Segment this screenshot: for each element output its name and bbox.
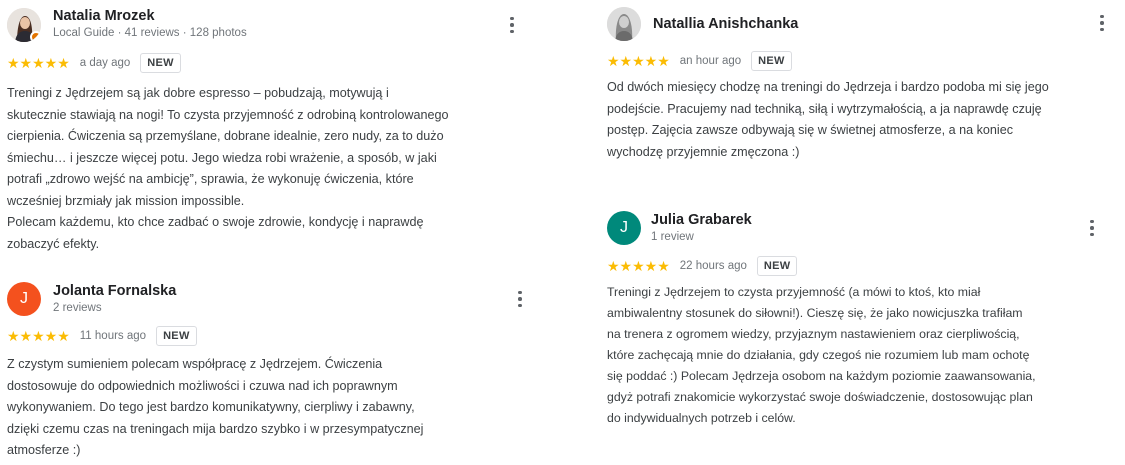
review-text-line: atmosferze :) — [7, 443, 81, 457]
reviewer-name[interactable]: Jolanta Fornalska — [53, 283, 176, 299]
rating-row: ★★★★★ 22 hours ago NEW — [607, 256, 798, 276]
review-text-line: Treningi z Jędrzejem to czysta przyjemno… — [607, 285, 981, 299]
review-card: Natalia Mrozek Local Guide · 41 reviews … — [7, 8, 537, 258]
review-time: 22 hours ago — [679, 260, 747, 272]
review-text-line: skutecznie stawiają na nogi! To czysta p… — [7, 107, 449, 122]
review-text-line: dostosowuje do odpowiednich możliwości i… — [7, 378, 398, 393]
reviewer-name[interactable]: Natalia Mrozek — [53, 8, 155, 24]
review-text-line: Treningi z Jędrzejem są jak dobre espres… — [7, 86, 389, 100]
review-text-line: Polecam każdemu, kto chce zadbać o swoje… — [7, 215, 424, 229]
review-text: Treningi z Jędrzejem są jak dobre espres… — [7, 83, 449, 255]
reviewer-meta: 2 reviews — [53, 302, 102, 314]
review-text-line: wykonywaniem. Do tego jest bardzo komuni… — [7, 400, 415, 414]
rating-row: ★★★★★ an hour ago NEW — [607, 51, 792, 71]
reviewer-name[interactable]: Julia Grabarek — [651, 212, 752, 228]
star-rating: ★★★★★ — [7, 55, 70, 71]
review-text-line: dzięki czemu czas na treningach mija bar… — [7, 421, 424, 436]
review-text: Treningi z Jędrzejem to czysta przyjemno… — [607, 282, 1036, 429]
review-text-line: ambiwalentny stosunek do siłowni!). Cies… — [607, 306, 1023, 320]
review-text-line: do indywidualnych potrzeb i celów. — [607, 411, 796, 425]
avatar[interactable]: J — [7, 282, 41, 316]
rating-row: ★★★★★ a day ago NEW — [7, 53, 181, 73]
more-options-icon[interactable] — [504, 14, 520, 36]
review-time: a day ago — [79, 57, 131, 69]
review-text-line: cierpienia. Ćwiczenia są przemyślane, do… — [7, 129, 444, 143]
review-text-line: Od dwóch miesięcy chodzę na treningi do … — [607, 80, 1049, 94]
more-options-icon[interactable] — [512, 288, 528, 310]
review-time: 11 hours ago — [79, 330, 147, 342]
reviewer-meta: 1 review — [651, 231, 694, 243]
user-photo-icon — [607, 7, 641, 41]
review-text-line: które zachęcają mnie do działania, gdy c… — [607, 348, 1030, 362]
new-badge: NEW — [140, 53, 181, 73]
reviewer-name[interactable]: Natallia Anishchanka — [653, 16, 798, 32]
review-text-line: śmiechu… i jeszcze więcej potu. Jego wie… — [7, 150, 437, 165]
star-rating: ★★★★★ — [607, 258, 670, 274]
new-badge: NEW — [756, 256, 798, 276]
new-badge: NEW — [751, 51, 792, 71]
avatar[interactable] — [7, 8, 41, 42]
avatar[interactable] — [607, 7, 641, 41]
star-rating: ★★★★★ — [7, 328, 70, 344]
review-text-line: wcześniej brzmiały jak mission impossibl… — [7, 193, 245, 208]
review-card: J Julia Grabarek 1 review ★★★★★ 22 hours… — [607, 211, 1122, 431]
review-text-line: podejście. Pracujemy nad techniką, siłą … — [607, 101, 1042, 116]
review-text-line: postęp. Zajęcia zawsze odbywają się w św… — [607, 123, 1014, 137]
review-text-line: zobaczyć efekty. — [7, 236, 100, 251]
review-card: Natallia Anishchanka ★★★★★ an hour ago N… — [607, 7, 1122, 167]
review-text-line: na trenera z ogromem wiedzy, przyjaznym … — [607, 327, 1020, 341]
reviewer-meta: Local Guide · 41 reviews · 128 photos — [53, 27, 247, 39]
review-text: Od dwóch miesięcy chodzę na treningi do … — [607, 77, 1049, 163]
avatar[interactable]: J — [607, 211, 641, 245]
new-badge: NEW — [156, 326, 197, 346]
review-text-line: potrafi „zdrowo wejść na ambicję”, spraw… — [7, 172, 414, 186]
review-text-line: Z czystym sumieniem polecam współpracę z… — [7, 357, 383, 371]
rating-row: ★★★★★ 11 hours ago NEW — [7, 326, 197, 346]
review-text-line: się poddać :) Polecam Jędrzeja osobom na… — [607, 369, 1036, 383]
local-guide-badge-icon — [30, 31, 41, 42]
review-text: Z czystym sumieniem polecam współpracę z… — [7, 354, 423, 462]
review-text-line: gdyż potrafi znakomicie wykorzystać swoj… — [607, 390, 1033, 404]
star-rating: ★★★★★ — [607, 53, 670, 69]
review-text-line: wychodzę przyjemnie zmęczona :) — [607, 144, 800, 159]
review-card: J Jolanta Fornalska 2 reviews ★★★★★ 11 h… — [7, 282, 537, 462]
more-options-icon[interactable] — [1084, 217, 1100, 239]
review-time: an hour ago — [679, 55, 742, 67]
more-options-icon[interactable] — [1094, 12, 1110, 34]
